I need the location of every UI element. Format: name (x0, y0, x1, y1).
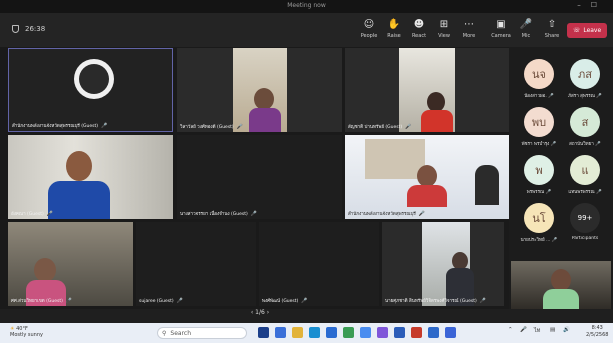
avatar[interactable]: แ (570, 155, 600, 185)
video-tile[interactable]: สำนักงานพลังงานจังหวัดสุพรรณบุรี (Guest)… (8, 48, 173, 132)
word-icon[interactable] (394, 327, 405, 338)
taskbar: ☀ 40°F Mostly sunny ⚲ Search ⌃ 🎤 ไท ▤ 🔊 … (0, 323, 613, 343)
avatar[interactable]: ส (570, 107, 600, 137)
camera-button[interactable]: ▣ Camera (487, 19, 515, 39)
weather-widget[interactable]: ☀ 40°F Mostly sunny (10, 326, 43, 338)
participant-name: พรพรรณ 🎤 (526, 190, 552, 195)
search-icon: ⚲ (162, 329, 167, 337)
leave-button[interactable]: ☏ Leave (567, 23, 607, 38)
page-navigator: ‹ 1/6 › (240, 309, 280, 321)
video-tile[interactable]: นางสาวจรรยา เนื่องจำนง (Guest) 🎤 (177, 135, 342, 219)
video-tile[interactable]: ศศ.ส่วนวิทยาเขต (Guest) 🎤 (8, 222, 133, 306)
participant-name: สถาบันวิทยา 🎤 (569, 142, 601, 147)
mic-icon: 🎤 (250, 211, 258, 217)
page-indicator: 1/6 (255, 309, 265, 316)
phone-hangup-icon: ☏ (572, 27, 581, 34)
clock[interactable]: 8:43 2/5/2568 (586, 325, 608, 339)
people-icon: ☺ (363, 19, 375, 30)
participant-name: ภัสรา สุพรรณ 🎤 (568, 94, 602, 99)
view-icon: ⊞ (439, 19, 449, 30)
mic-icon: 🎤 (176, 298, 183, 304)
start-icon[interactable] (258, 327, 269, 338)
video-grid: สำนักงานพลังงานจังหวัดสุพรรณบุรี (Guest)… (0, 47, 509, 309)
obs-logo-icon (74, 59, 114, 99)
search-app-icon[interactable] (275, 327, 286, 338)
shield-icon (12, 25, 19, 33)
mic-icon: 🎤 (65, 298, 73, 304)
network-icon[interactable]: ▤ (550, 327, 555, 333)
timer-text: 26:38 (25, 25, 46, 33)
chevron-left-icon[interactable]: ‹ (251, 309, 253, 316)
file-explorer-icon[interactable] (292, 327, 303, 338)
participant-name: พัชรา พรบำรุง 🎤 (521, 142, 557, 147)
chrome-icon[interactable] (360, 327, 371, 338)
react-icon: ☻ (413, 19, 425, 30)
more-participants-button[interactable]: 99+ (570, 203, 600, 233)
video-tile[interactable]: พงศ์พัฒน์ (Guest) 🎤 (259, 222, 379, 306)
avatar[interactable]: พบ (524, 107, 554, 137)
mic-icon: 🎤 (479, 298, 487, 304)
teams-icon[interactable] (377, 327, 388, 338)
title-bar: Meeting now –☐ (0, 0, 613, 13)
mic-icon: 🎤 (236, 124, 243, 130)
participant-name: แทนพรพรรณ 🎤 (568, 190, 602, 195)
mic-icon: 🎤 (101, 123, 108, 129)
avatar[interactable]: นโ (524, 203, 554, 233)
meeting-timer: 26:38 (12, 25, 45, 33)
video-tile[interactable]: นายศุภชาติ สินทรัพย์วิจิตรพงศ์วิจารณ์ (G… (382, 222, 504, 306)
video-tile[interactable]: อังคณา (Guest) 🎤 (8, 135, 173, 219)
more-icon: ⋯ (464, 19, 474, 30)
participants-panel: นจ น้องสาวผอ. 🎤 ภส ภัสรา สุพรรณ 🎤 พบ พัช… (509, 47, 613, 309)
volume-icon[interactable]: 🔊 (563, 327, 570, 333)
participant-name: น้องสาวผอ. 🎤 (524, 94, 554, 99)
taskbar-search[interactable]: ⚲ Search (157, 327, 247, 339)
chevron-up-icon[interactable]: ⌃ (508, 327, 513, 333)
chevron-right-icon[interactable]: › (267, 309, 269, 316)
participant-name: นายประวิทย์ ... 🎤 (520, 238, 558, 243)
language-icon[interactable]: ไท (534, 327, 540, 335)
window-title: Meeting now (287, 2, 326, 9)
view-button[interactable]: ⊞ View (430, 19, 458, 39)
mic-icon: 🎤 (301, 298, 308, 304)
powerpoint-icon[interactable] (411, 327, 422, 338)
video-tile[interactable]: sujaree (Guest) 🎤 (136, 222, 256, 306)
video-tile[interactable]: สัญชาติ ปานทรัพย์ (Guest) 🎤 (345, 48, 509, 132)
camera-icon: ▣ (496, 19, 506, 30)
mic-icon: 🎤 (46, 211, 54, 217)
window-controls[interactable]: –☐ (577, 1, 607, 9)
mail-icon[interactable] (343, 327, 354, 338)
edge-icon[interactable] (309, 327, 320, 338)
raise-hand-icon: ✋ (387, 19, 401, 30)
mic-button[interactable]: 🎤 Mic (512, 19, 540, 39)
meeting-toolbar: 26:38 ☺ People ✋ Raise ☻ React ⊞ View ⋯ … (0, 13, 613, 47)
store-icon[interactable] (326, 327, 337, 338)
raise-hand-button[interactable]: ✋ Raise (380, 19, 408, 39)
more-button[interactable]: ⋯ More (455, 19, 483, 39)
video-tile[interactable]: วิลาวัลย์ วงศ์ทองดี (Guest) 🎤 (177, 48, 342, 132)
mic-icon: 🎤 (418, 211, 426, 217)
mic-icon[interactable]: 🎤 (520, 327, 527, 333)
react-button[interactable]: ☻ React (405, 19, 433, 39)
mic-icon: 🎤 (405, 124, 412, 130)
avatar[interactable]: พ (524, 155, 554, 185)
video-tile[interactable]: สำนักงานพลังงานจังหวัดสุพรรณบุรี 🎤 (345, 135, 509, 219)
avatar[interactable]: ภส (570, 59, 600, 89)
self-view[interactable] (511, 261, 611, 309)
people-button[interactable]: ☺ People (355, 19, 383, 39)
share-icon: ⇧ (547, 19, 557, 30)
avatar[interactable]: นจ (524, 59, 554, 89)
mic-off-icon: 🎤 (519, 19, 533, 30)
share-button[interactable]: ⇧ Share (538, 19, 566, 39)
app-icon[interactable] (428, 327, 439, 338)
app-icon[interactable] (445, 327, 456, 338)
participants-label: Participants (571, 236, 599, 241)
